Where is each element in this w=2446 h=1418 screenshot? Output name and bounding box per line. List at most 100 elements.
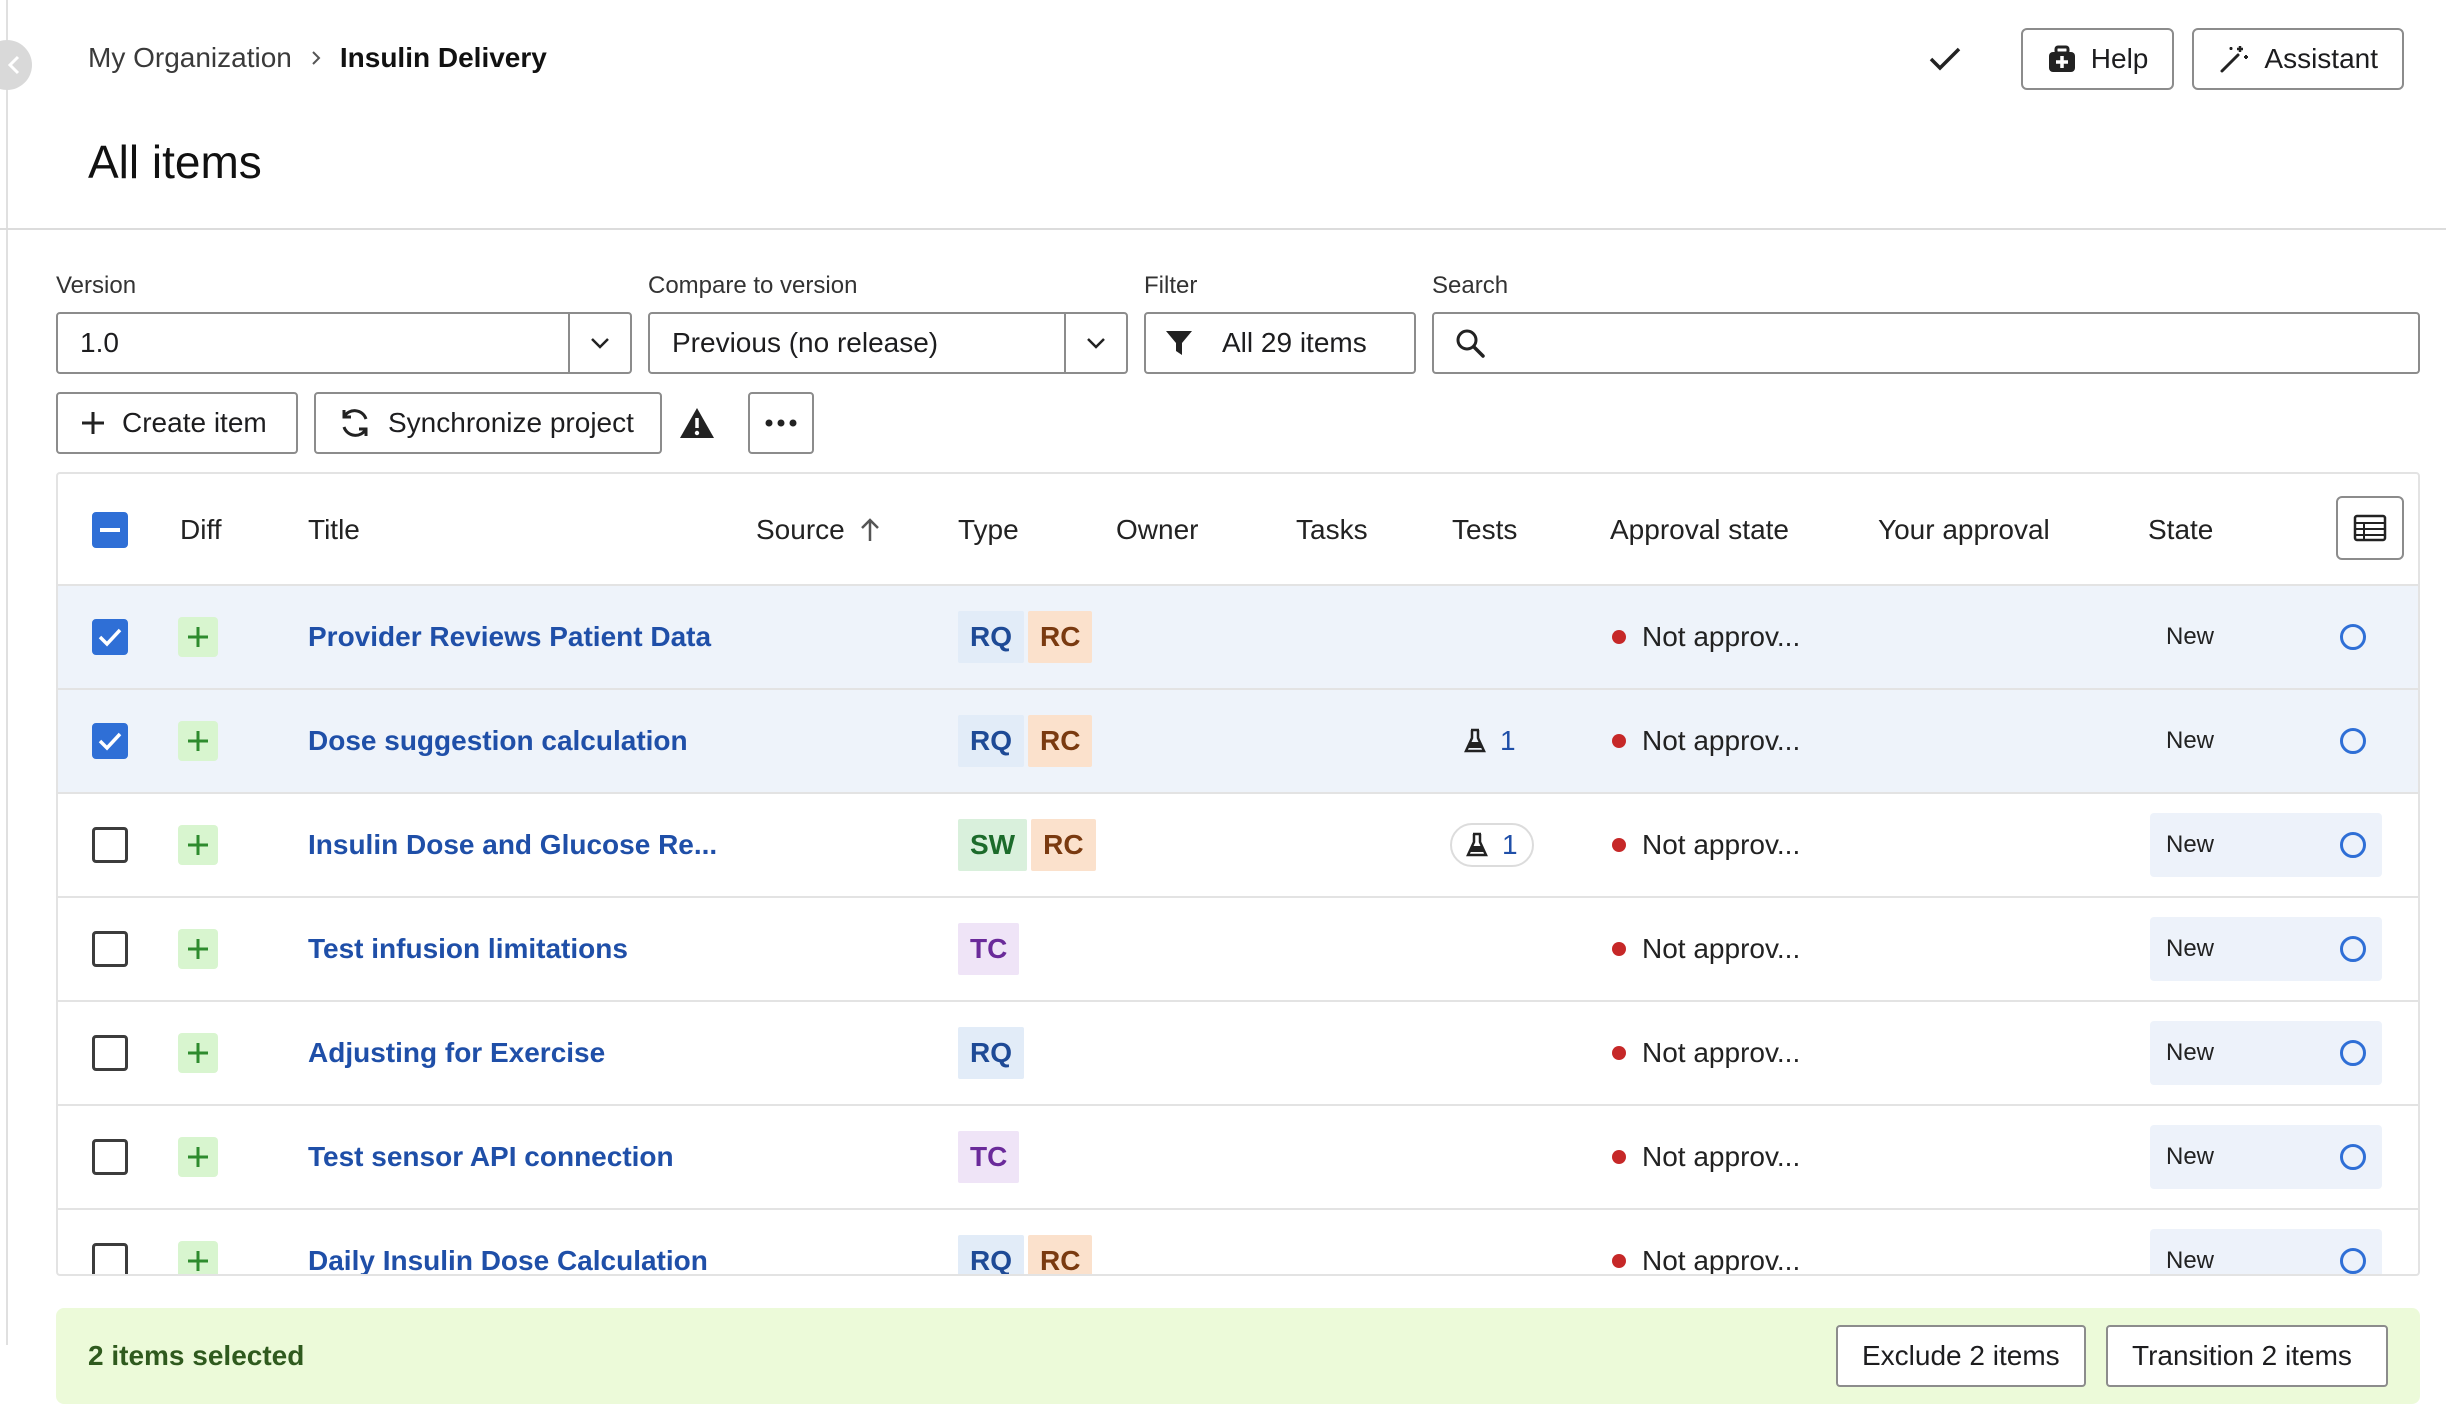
type-badge: RC: [1028, 715, 1093, 767]
column-source[interactable]: Source: [756, 514, 881, 546]
state-label: New: [2166, 1247, 2215, 1274]
search-input[interactable]: [1502, 327, 2418, 359]
items-table: Diff Title Source Type Owner Tasks Tests…: [56, 472, 2420, 1276]
compare-value: Previous (no release): [672, 327, 939, 358]
item-title-link[interactable]: Test infusion limitations: [308, 933, 628, 965]
status-dot: [1612, 1046, 1626, 1060]
state-selector[interactable]: New: [2150, 709, 2382, 773]
chevron-down-icon[interactable]: [1064, 314, 1126, 372]
item-title-link[interactable]: Adjusting for Exercise: [308, 1037, 605, 1069]
table-row[interactable]: Daily Insulin Dose Calculation RQ RC Not ap…: [58, 1210, 2418, 1274]
state-circle-icon: [2340, 624, 2366, 650]
state-label: New: [2166, 1039, 2215, 1066]
state-circle-icon: [2340, 1040, 2366, 1066]
state-selector[interactable]: New: [2150, 1229, 2382, 1274]
state-circle-icon: [2340, 1144, 2366, 1170]
item-title-link[interactable]: Daily Insulin Dose Calculation: [308, 1245, 708, 1274]
type-badge: RC: [1028, 611, 1093, 663]
state-selector[interactable]: New: [2150, 813, 2382, 877]
synchronize-project-button[interactable]: Synchronize project: [314, 392, 662, 454]
chevron-down-icon[interactable]: [568, 314, 630, 372]
item-title-link[interactable]: Dose suggestion calculation: [308, 725, 688, 757]
table-row[interactable]: Adjusting for Exercise RQ Not approv... New: [58, 1002, 2418, 1106]
item-title-link[interactable]: Provider Reviews Patient Data: [308, 621, 711, 653]
approval-state-label: Not approv...: [1642, 1037, 1801, 1068]
header-actions: Help Assistant: [1915, 28, 2404, 90]
table-row[interactable]: Test infusion limitations TC Not approv...…: [58, 898, 2418, 1002]
breadcrumb-current: Insulin Delivery: [339, 42, 547, 73]
column-type[interactable]: Type: [958, 514, 1019, 546]
filter-value: All 29 items: [1222, 327, 1367, 358]
type-badge: RQ: [958, 611, 1024, 663]
more-actions-button[interactable]: [748, 392, 814, 454]
select-all-checkbox[interactable]: [92, 512, 128, 548]
state-selector[interactable]: New: [2150, 605, 2382, 669]
compare-version-select[interactable]: Previous (no release): [648, 312, 1128, 374]
approval-state-label: Not approv...: [1642, 1141, 1801, 1172]
search-label: Search: [1432, 272, 1509, 299]
page-header: My Organization Insulin Delivery All ite…: [0, 0, 2446, 230]
state-circle-icon: [2340, 728, 2366, 754]
column-state[interactable]: State: [2148, 514, 2213, 546]
approval-state: Not approv...: [1612, 829, 1800, 861]
column-approval-state[interactable]: Approval state: [1610, 514, 1789, 546]
row-checkbox[interactable]: [92, 1139, 128, 1175]
table-row[interactable]: Test sensor API connection TC Not approv..…: [58, 1106, 2418, 1210]
state-selector[interactable]: New: [2150, 1125, 2382, 1189]
column-diff[interactable]: Diff: [180, 514, 222, 546]
column-tasks[interactable]: Tasks: [1296, 514, 1368, 546]
state-circle-icon: [2340, 1248, 2366, 1274]
diff-added-icon: [178, 1033, 218, 1073]
flask-icon: [1466, 832, 1488, 857]
filter-button[interactable]: All 29 items: [1144, 312, 1416, 374]
breadcrumb-org-link[interactable]: My Organization: [88, 42, 292, 74]
row-checkbox[interactable]: [92, 723, 128, 759]
item-title-link[interactable]: Insulin Dose and Glucose Re...: [308, 829, 717, 861]
state-selector[interactable]: New: [2150, 1021, 2382, 1085]
tests-count: 1: [1502, 829, 1518, 860]
column-your-approval[interactable]: Your approval: [1878, 514, 2050, 546]
help-button[interactable]: Help: [2020, 28, 2175, 90]
selection-bar: 2 items selected Exclude 2 items Transit…: [56, 1308, 2420, 1404]
table-row[interactable]: Dose suggestion calculation RQ RC 1 Not appr…: [58, 690, 2418, 794]
approval-state-label: Not approv...: [1642, 829, 1801, 860]
diff-added-icon: [178, 721, 218, 761]
exclude-items-button[interactable]: Exclude 2 items: [1836, 1325, 2086, 1387]
transition-items-button[interactable]: Transition 2 items: [2106, 1325, 2388, 1387]
item-title-link[interactable]: Test sensor API connection: [308, 1141, 674, 1173]
state-label: New: [2166, 623, 2215, 650]
diff-added-icon: [178, 617, 218, 657]
exclude-items-label: Exclude 2 items: [1862, 1340, 2060, 1371]
warning-icon[interactable]: [678, 406, 716, 445]
tests-count-link[interactable]: 1: [1450, 823, 1534, 867]
column-owner[interactable]: Owner: [1116, 514, 1198, 546]
type-badge: SW: [958, 819, 1028, 871]
status-dot: [1612, 734, 1626, 748]
column-tests[interactable]: Tests: [1452, 514, 1517, 546]
search-icon: [1456, 329, 1485, 358]
magic-wand-icon: [2220, 46, 2249, 73]
compare-label: Compare to version: [648, 272, 858, 299]
row-checkbox[interactable]: [92, 931, 128, 967]
table-row[interactable]: Provider Reviews Patient Data RQ RC Not app…: [58, 586, 2418, 690]
check-icon[interactable]: [1915, 29, 1975, 89]
row-checkbox[interactable]: [92, 827, 128, 863]
state-selector[interactable]: New: [2150, 917, 2382, 981]
tests-count-link[interactable]: 1: [1450, 719, 1530, 763]
row-checkbox[interactable]: [92, 619, 128, 655]
state-label: New: [2166, 1143, 2215, 1170]
row-checkbox[interactable]: [92, 1035, 128, 1071]
column-settings-button[interactable]: [2336, 496, 2404, 560]
assistant-button[interactable]: Assistant: [2192, 28, 2404, 90]
version-select[interactable]: 1.0: [56, 312, 632, 374]
approval-state: Not approv...: [1612, 933, 1800, 965]
table-row[interactable]: Insulin Dose and Glucose Re... SW RC 1 Not a…: [58, 794, 2418, 898]
search-field[interactable]: [1432, 312, 2420, 374]
state-circle-icon: [2340, 936, 2366, 962]
type-badge: TC: [958, 1131, 1020, 1183]
row-checkbox[interactable]: [92, 1243, 128, 1274]
synchronize-label: Synchronize project: [388, 407, 634, 438]
plus-icon: [82, 412, 104, 434]
create-item-button[interactable]: Create item: [56, 392, 298, 454]
column-title[interactable]: Title: [308, 514, 360, 546]
